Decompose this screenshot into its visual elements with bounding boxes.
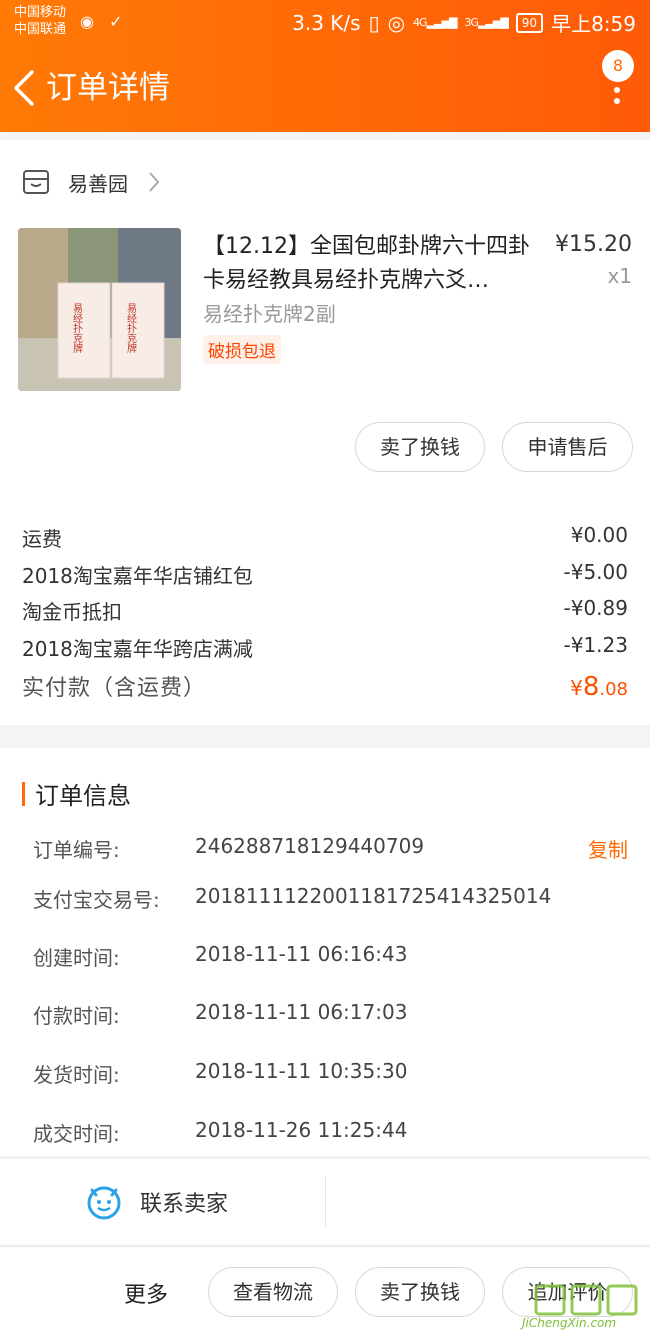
network-speed: 3.3 K/s xyxy=(292,10,361,35)
info-value: 2018-11-11 06:17:03 xyxy=(195,1000,408,1024)
info-label: 付款时间: xyxy=(33,1004,120,1028)
box-label-2: 易经扑克牌 xyxy=(125,303,137,354)
store-link[interactable]: 易善园 xyxy=(22,162,160,202)
product-quantity: x1 xyxy=(607,264,632,288)
contact-seller-label: 联系卖家 xyxy=(140,1192,229,1217)
info-label: 支付宝交易号: xyxy=(33,888,160,912)
alipay-icon: ✓ xyxy=(109,12,123,31)
fee-row-store-coupon: 2018淘宝嘉年华店铺红包 -¥5.00 xyxy=(22,560,628,589)
product-photo: 易经扑克牌 易经扑克牌 xyxy=(18,228,181,391)
after-sale-button[interactable]: 申请售后 xyxy=(502,422,633,472)
info-value: 2018111122001181725414325014 xyxy=(195,884,552,908)
section-title: 订单信息 xyxy=(35,782,131,810)
copy-button[interactable]: 复制 xyxy=(588,834,628,863)
carrier-1: 中国移动 xyxy=(14,5,67,20)
nav-bar: 订单详情 8 xyxy=(0,44,650,132)
clock: 早上8:59 xyxy=(551,12,636,36)
section-header: 订单信息 xyxy=(22,776,131,811)
product-price: ¥15.20 xyxy=(555,232,632,257)
sell-for-cash-button-bottom[interactable]: 卖了换钱 xyxy=(355,1267,485,1317)
divider xyxy=(325,1177,326,1227)
info-value: 2018-11-11 10:35:30 xyxy=(195,1059,408,1083)
total-label: 实付款（含运费） xyxy=(22,676,207,701)
info-value: 246288718129440709 xyxy=(195,834,425,858)
carrier-2: 中国联通 xyxy=(14,22,67,37)
order-info-card: 订单信息 订单编号: 246288718129440709 复制 支付宝交易号:… xyxy=(0,748,650,1156)
info-label: 成交时间: xyxy=(33,1122,120,1146)
section-accent-bar xyxy=(22,781,25,806)
info-label: 创建时间: xyxy=(33,946,120,970)
notification-icons: ◉ ✓ xyxy=(80,12,122,31)
fee-label: 2018淘宝嘉年华店铺红包 xyxy=(22,564,253,588)
carrier-info: 中国移动 中国联通 xyxy=(14,4,66,38)
info-value: 2018-11-26 11:25:44 xyxy=(195,1118,408,1142)
order-product-card: 易善园 易经扑克牌 易经扑克牌 【12.12】全国包邮卦牌六十四卦卡易经教具易经… xyxy=(0,140,650,725)
product-title[interactable]: 【12.12】全国包邮卦牌六十四卦卡易经教具易经扑克牌六爻… xyxy=(203,230,533,298)
more-menu-icon[interactable] xyxy=(612,76,622,110)
fee-row-coins: 淘金币抵扣 -¥0.89 xyxy=(22,596,628,625)
info-label: 订单编号: xyxy=(33,838,120,862)
fee-value: -¥1.23 xyxy=(563,633,628,657)
info-label: 发货时间: xyxy=(33,1063,120,1087)
fee-value: -¥5.00 xyxy=(563,560,628,584)
chevron-right-icon xyxy=(149,172,160,192)
fee-row-shipping: 运费 ¥0.00 xyxy=(22,523,628,552)
fee-value: -¥0.89 xyxy=(563,596,628,620)
page-title: 订单详情 xyxy=(46,70,170,106)
chat-face-icon xyxy=(87,1186,121,1220)
watermark-text: JiChengXin.com xyxy=(522,1316,617,1330)
info-value: 2018-11-11 06:16:43 xyxy=(195,942,408,966)
fee-label: 运费 xyxy=(22,527,62,551)
fee-value: ¥0.00 xyxy=(570,523,628,547)
product-sku: 易经扑克牌2副 xyxy=(203,302,336,326)
signal-icon-1: 4G▂▃▅▇ xyxy=(413,16,457,29)
view-logistics-button[interactable]: 查看物流 xyxy=(208,1267,338,1317)
fee-label: 淘金币抵扣 xyxy=(22,600,122,624)
status-right: 3.3 K/s ▯ ◎ 4G▂▃▅▇ 3G▂▃▅▇ 90 早上8:59 xyxy=(292,8,636,37)
eye-icon: ◎ xyxy=(387,10,406,35)
shield-icon: ◉ xyxy=(80,12,94,31)
product-image[interactable]: 易经扑克牌 易经扑克牌 xyxy=(18,228,181,391)
battery-icon: 90 xyxy=(515,12,544,33)
store-name: 易善园 xyxy=(68,171,128,196)
more-button[interactable]: 更多 xyxy=(124,1277,168,1309)
back-arrow-icon[interactable] xyxy=(10,68,42,108)
store-icon xyxy=(23,170,49,194)
box-label-1: 易经扑克牌 xyxy=(71,303,83,354)
fee-label: 2018淘宝嘉年华跨店满减 xyxy=(22,637,253,661)
contact-bar: 联系卖家 xyxy=(0,1158,650,1244)
contact-seller-button[interactable]: 联系卖家 xyxy=(86,1179,228,1225)
total-paid-row: 实付款（含运费） ¥8.08 xyxy=(22,670,628,702)
fee-row-cross-store: 2018淘宝嘉年华跨店满减 -¥1.23 xyxy=(22,633,628,662)
signal-icon-2: 3G▂▃▅▇ xyxy=(464,16,508,29)
status-bar: 中国移动 中国联通 ◉ ✓ 3.3 K/s ▯ ◎ 4G▂▃▅▇ 3G▂▃▅▇ … xyxy=(0,0,650,44)
sell-for-cash-button[interactable]: 卖了换钱 xyxy=(355,422,485,472)
total-amount: ¥8.08 xyxy=(570,672,628,702)
vibrate-icon: ▯ xyxy=(368,10,380,35)
damage-return-tag: 破损包退 xyxy=(203,335,281,364)
